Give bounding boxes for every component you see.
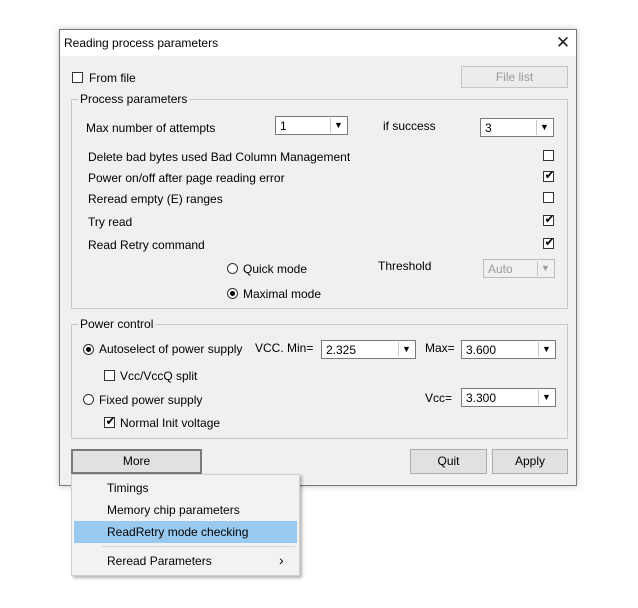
option-label-reread-empty: Reread empty (E) ranges [88, 192, 223, 206]
max-attempts-select[interactable]: 1 ▼ [275, 116, 348, 135]
checkmark-icon: ✔ [544, 235, 555, 249]
maximal-mode-label: Maximal mode [243, 287, 322, 301]
read-retry-checkbox[interactable]: ✔ [543, 235, 555, 249]
quick-mode-radio[interactable] [227, 263, 238, 274]
radio-dot [230, 291, 235, 296]
fixed-power-label: Fixed power supply [99, 393, 203, 407]
menu-item-label: Reread Parameters [107, 554, 212, 568]
menu-item-timings[interactable]: Timings [74, 477, 297, 499]
from-file-checkbox[interactable] [72, 72, 83, 83]
quit-button[interactable]: Quit [410, 449, 487, 474]
menu-item-label: Memory chip parameters [107, 503, 240, 517]
menu-item-label: Timings [107, 481, 149, 495]
vcc-select[interactable]: 3.300 ▼ [461, 388, 556, 407]
vcc-label: Vcc= [425, 391, 453, 405]
vcc-value: 3.300 [466, 391, 497, 405]
menu-item-reread-parameters[interactable]: Reread Parameters › [74, 550, 297, 572]
chevron-down-icon: ▼ [398, 342, 414, 357]
maximal-mode-radio[interactable] [227, 288, 238, 299]
quick-mode-label: Quick mode [243, 262, 308, 276]
if-success-value: 3 [485, 121, 492, 135]
option-label-read-retry: Read Retry command [88, 238, 205, 252]
checkmark-icon: ✔ [544, 212, 555, 226]
max-attempts-label: Max number of attempts [86, 121, 216, 135]
chevron-down-icon: ▼ [538, 342, 554, 357]
normal-init-checkbox[interactable]: ✔ [104, 414, 116, 428]
vcc-min-select[interactable]: 2.325 ▼ [321, 340, 416, 359]
try-read-checkbox[interactable]: ✔ [543, 212, 555, 226]
autoselect-label: Autoselect of power supply [99, 342, 243, 356]
more-popup-menu: Timings Memory chip parameters ReadRetry… [71, 474, 300, 576]
if-success-label: if success [383, 119, 436, 133]
chevron-down-icon: ▼ [537, 261, 553, 276]
vcc-max-label: Max= [425, 341, 455, 355]
apply-button[interactable]: Apply [492, 449, 568, 474]
chevron-down-icon: ▼ [330, 118, 346, 133]
reread-empty-checkbox[interactable] [543, 192, 554, 203]
chevron-right-icon: › [279, 552, 284, 568]
radio-dot [86, 347, 91, 352]
chevron-down-icon: ▼ [536, 120, 552, 135]
more-button[interactable]: More [71, 449, 202, 474]
delete-bad-bytes-checkbox[interactable] [543, 150, 554, 161]
menu-separator [102, 546, 295, 547]
power-onoff-checkbox[interactable]: ✔ [543, 168, 555, 182]
option-label-power-onoff: Power on/off after page reading error [88, 171, 285, 185]
threshold-label: Threshold [378, 259, 432, 273]
file-list-button[interactable]: File list [461, 66, 568, 88]
vcc-max-value: 3.600 [466, 343, 497, 357]
vcc-min-label: VCC. Min= [255, 341, 314, 355]
option-label-delete-bad-bytes: Delete bad bytes used Bad Column Managem… [88, 150, 351, 164]
title-bar: Reading process parameters ✕ [60, 30, 576, 56]
power-control-label: Power control [78, 317, 156, 331]
threshold-value: Auto [488, 262, 513, 276]
vcc-split-checkbox[interactable] [104, 370, 115, 381]
normal-init-label: Normal Init voltage [120, 416, 221, 430]
dialog-title: Reading process parameters [64, 36, 219, 50]
vcc-min-value: 2.325 [326, 343, 357, 357]
vcc-split-label: Vcc/VccQ split [120, 369, 198, 383]
option-label-try-read: Try read [88, 215, 133, 229]
fixed-power-radio[interactable] [83, 394, 94, 405]
threshold-select[interactable]: Auto ▼ [483, 259, 555, 278]
checkmark-icon: ✔ [544, 168, 555, 182]
from-file-label: From file [89, 71, 136, 85]
checkmark-icon: ✔ [105, 414, 116, 428]
process-parameters-label: Process parameters [78, 92, 190, 106]
max-attempts-value: 1 [280, 119, 287, 133]
close-icon[interactable]: ✕ [550, 30, 576, 56]
dialog-window: Reading process parameters ✕ From file F… [59, 29, 577, 486]
chevron-down-icon: ▼ [538, 390, 554, 405]
autoselect-radio[interactable] [83, 344, 94, 355]
vcc-max-select[interactable]: 3.600 ▼ [461, 340, 556, 359]
menu-item-memory-chip-parameters[interactable]: Memory chip parameters [74, 499, 297, 521]
menu-item-readretry-mode-checking[interactable]: ReadRetry mode checking [74, 521, 297, 543]
menu-item-label: ReadRetry mode checking [107, 525, 249, 539]
if-success-select[interactable]: 3 ▼ [480, 118, 554, 137]
